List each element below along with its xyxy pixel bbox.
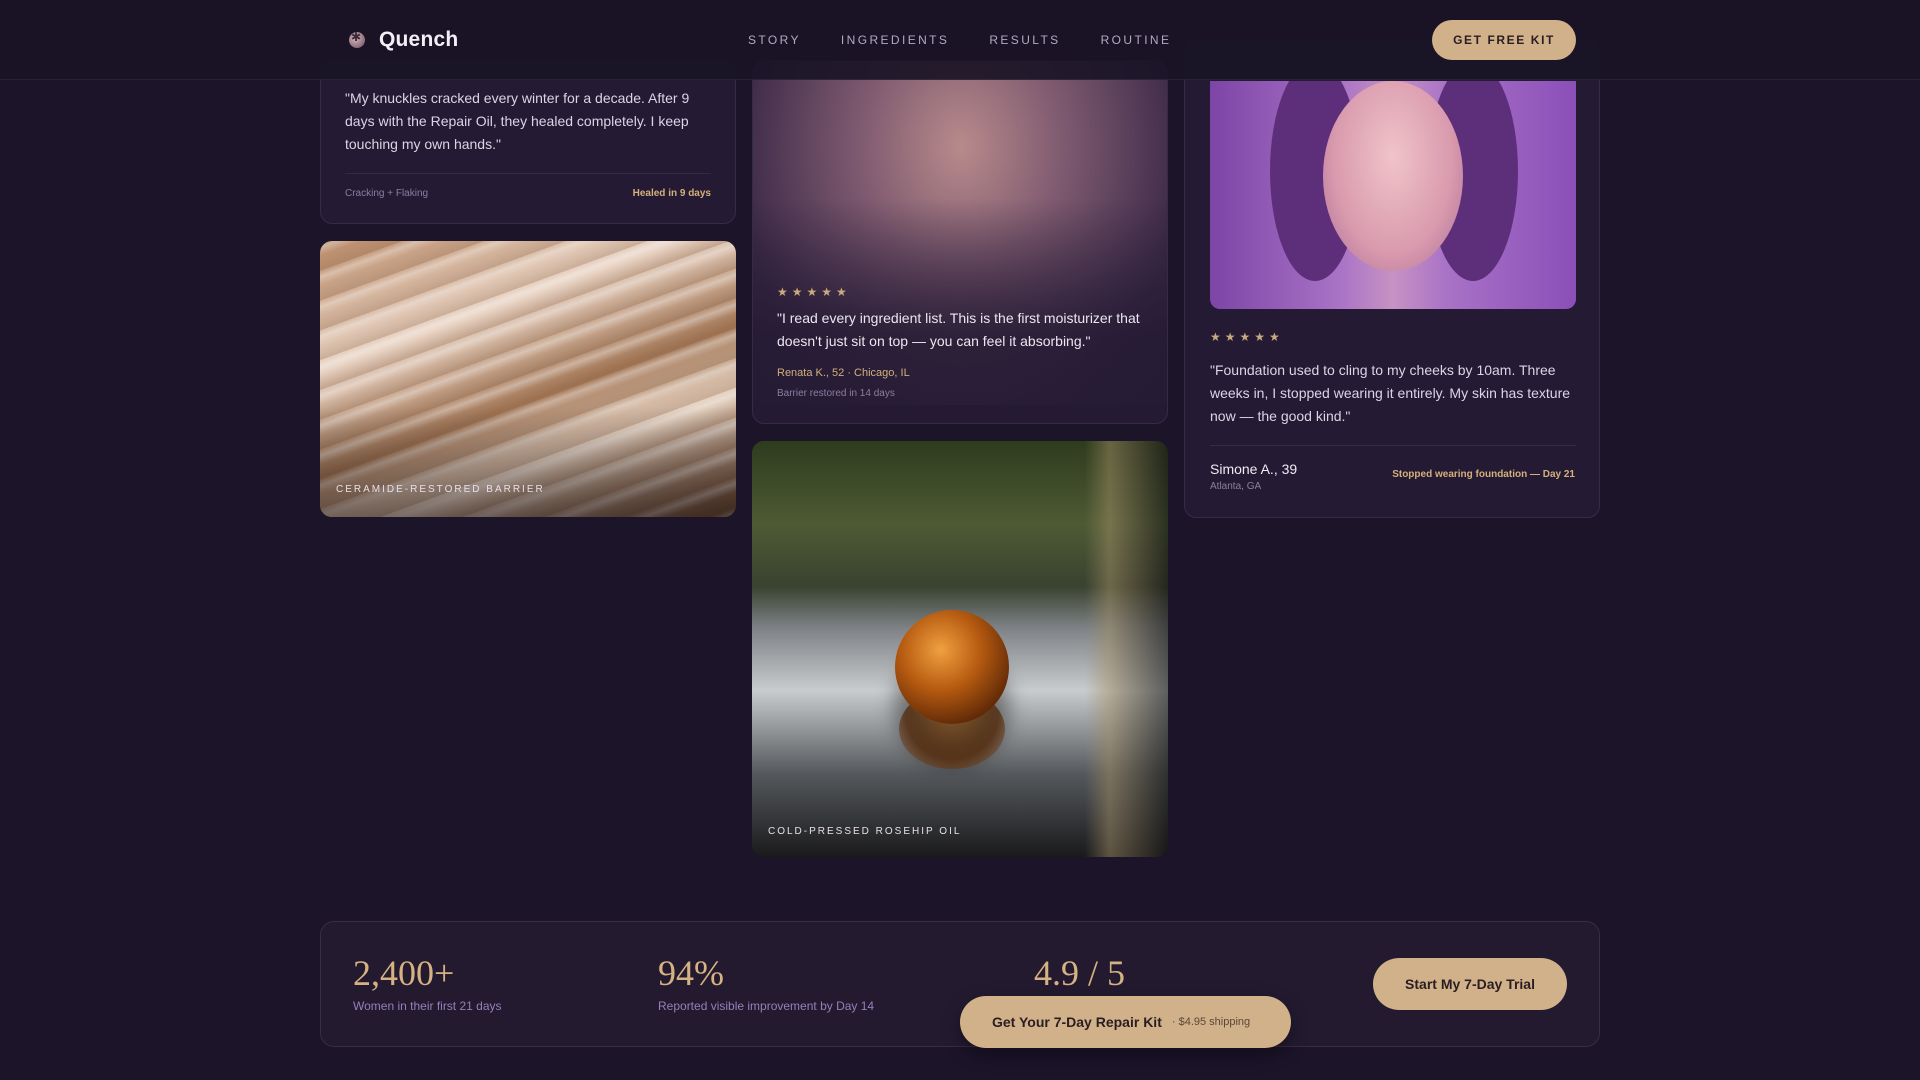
oil-droplet bbox=[895, 610, 1009, 724]
nav-link-story[interactable]: STORY bbox=[748, 33, 801, 47]
author-location: Atlanta, GA bbox=[1210, 481, 1262, 492]
testimonial-card-2: ★★★★★ "I read every ingredient list. Thi… bbox=[752, 60, 1168, 424]
stat-label-women: Women in their first 21 days bbox=[353, 999, 502, 1013]
shipping-note: · $4.95 shipping bbox=[1171, 1016, 1251, 1028]
rosehip-oil-image: COLD-PRESSED ROSEHIP OIL bbox=[752, 441, 1168, 857]
concern-tag: Cracking + Flaking bbox=[345, 188, 429, 199]
testimonial-author: Simone A., 39 bbox=[1210, 461, 1298, 477]
sticky-cta-label: Get Your 7-Day Repair Kit bbox=[992, 1014, 1162, 1030]
stat-value-rating: 4.9 / 5 bbox=[1034, 953, 1126, 993]
brand-logo[interactable]: Quench bbox=[349, 28, 458, 52]
ceramide-texture-image: CERAMIDE-RESTORED BARRIER bbox=[320, 241, 736, 517]
star-rating: ★★★★★ bbox=[1210, 330, 1284, 344]
image-caption: COLD-PRESSED ROSEHIP OIL bbox=[768, 826, 962, 837]
stat-label-improvement: Reported visible improvement by Day 14 bbox=[658, 999, 875, 1013]
customer-photo bbox=[753, 61, 1167, 405]
nav-link-routine[interactable]: ROUTINE bbox=[1101, 33, 1172, 47]
customer-photo bbox=[1210, 81, 1576, 309]
testimonial-card-1: "My knuckles cracked every winter for a … bbox=[320, 60, 736, 224]
card-divider bbox=[1210, 445, 1576, 446]
testimonial-quote: "Foundation used to cling to my cheeks b… bbox=[1210, 362, 1571, 424]
stat-value-improvement: 94% bbox=[658, 953, 724, 993]
card-divider bbox=[345, 173, 711, 174]
testimonial-quote: "My knuckles cracked every winter for a … bbox=[345, 90, 690, 152]
testimonial-quote: "I read every ingredient list. This is t… bbox=[777, 310, 1140, 349]
nav-link-results[interactable]: RESULTS bbox=[989, 33, 1060, 47]
star-rating: ★★★★★ bbox=[777, 285, 851, 299]
get-free-kit-button[interactable]: GET FREE KIT bbox=[1432, 20, 1576, 60]
brand-name: Quench bbox=[379, 28, 459, 51]
nav-link-ingredients[interactable]: INGREDIENTS bbox=[841, 33, 949, 47]
testimonial-card-3: ★★★★★ "Foundation used to cling to my ch… bbox=[1184, 40, 1600, 518]
repair-kit-sticky-button[interactable]: Get Your 7-Day Repair Kit · $4.95 shippi… bbox=[960, 996, 1291, 1048]
result-badge: Stopped wearing foundation — Day 21 bbox=[1392, 469, 1575, 480]
stat-value-women: 2,400+ bbox=[353, 953, 455, 993]
result-badge: Healed in 9 days bbox=[632, 188, 711, 199]
start-trial-button[interactable]: Start My 7-Day Trial bbox=[1373, 958, 1567, 1010]
testimonial-author: Renata K., 52 · Chicago, IL bbox=[777, 367, 910, 379]
top-navigation: Quench STORY INGREDIENTS RESULTS ROUTINE… bbox=[0, 0, 1920, 80]
brand-mark-icon bbox=[349, 30, 365, 48]
nav-links: STORY INGREDIENTS RESULTS ROUTINE bbox=[748, 33, 1171, 47]
image-caption: CERAMIDE-RESTORED BARRIER bbox=[336, 484, 545, 495]
result-note: Barrier restored in 14 days bbox=[777, 388, 895, 399]
